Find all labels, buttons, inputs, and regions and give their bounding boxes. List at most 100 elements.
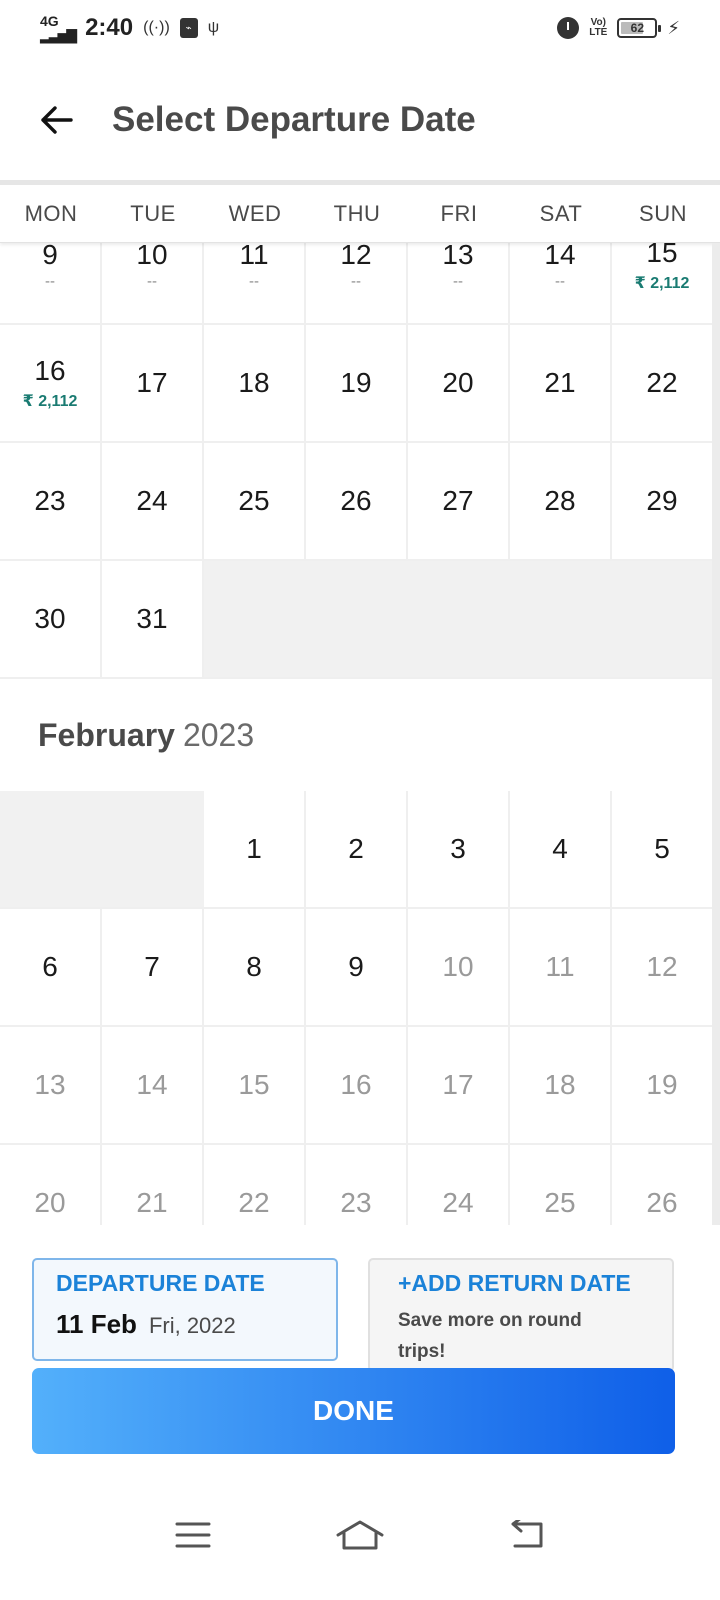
signal-icon: 4G ▂▃▅▇	[40, 13, 77, 43]
day-number: 15	[646, 243, 678, 268]
calendar-day[interactable]: 2	[306, 791, 408, 909]
departure-weekday-year: Fri, 2022	[148, 1313, 236, 1338]
status-right: Vo) LTE 62 ⚡	[557, 17, 680, 39]
calendar-empty-cell	[306, 561, 408, 679]
calendar-day[interactable]: 20	[408, 325, 510, 443]
calendar-day[interactable]: 5	[612, 791, 714, 909]
calendar-day[interactable]: 11 --	[204, 243, 306, 325]
back-button[interactable]	[28, 92, 84, 148]
calendar-empty-cell	[510, 561, 612, 679]
calendar-day[interactable]: 12 --	[306, 243, 408, 325]
calendar-day: 20	[0, 1145, 102, 1225]
departure-date-card[interactable]: DEPARTURE DATE 11 Feb Fri, 2022	[32, 1258, 338, 1361]
calendar-day[interactable]: 4	[510, 791, 612, 909]
status-bar: 4G ▂▃▅▇ 2:40 ((·)) ⌁ ψ Vo) LTE 62 ⚡	[0, 0, 720, 56]
day-number: 16	[34, 355, 66, 386]
calendar-day[interactable]: 3	[408, 791, 510, 909]
day-fare-unavailable: --	[351, 273, 361, 290]
usb-icon: ψ	[207, 19, 220, 36]
day-number: 27	[442, 485, 474, 516]
calendar-empty-cell	[204, 561, 306, 679]
nav-home-button[interactable]	[320, 1505, 400, 1565]
day-number: 4	[552, 833, 568, 864]
calendar-scroll-area[interactable]: 9 -- 10 -- 11 -- 12 -- 13 -- 14 -- 15 ₹ 2,112 16 ₹ 2,11…	[0, 243, 720, 1225]
calendar-day[interactable]: 23	[0, 443, 102, 561]
calendar-day: 24	[408, 1145, 510, 1225]
calendar-day[interactable]: 27	[408, 443, 510, 561]
arrow-left-icon	[41, 106, 73, 134]
day-number: 29	[646, 485, 678, 516]
day-number: 13	[442, 243, 474, 270]
calendar-day[interactable]: 31	[102, 561, 204, 679]
day-number: 21	[136, 1187, 168, 1218]
day-number: 16	[340, 1069, 372, 1100]
day-fare-unavailable: --	[147, 273, 157, 290]
day-number: 9	[42, 243, 58, 270]
back-icon	[511, 1520, 543, 1548]
calendar-day[interactable]: 6	[0, 909, 102, 1027]
calendar-day: 15	[204, 1027, 306, 1145]
day-number: 21	[544, 367, 576, 398]
calendar-day[interactable]: 17	[102, 325, 204, 443]
day-number: 17	[136, 367, 168, 398]
battery-icon: 62	[617, 18, 662, 38]
calendar-day[interactable]: 15 ₹ 2,112	[612, 243, 714, 325]
day-number: 10	[442, 951, 474, 982]
scrollbar[interactable]	[712, 243, 720, 1225]
day-number: 18	[544, 1069, 576, 1100]
calendar-day[interactable]: 8	[204, 909, 306, 1027]
weekday-tue: TUE	[130, 200, 176, 226]
day-fare-unavailable: --	[453, 273, 463, 290]
done-button[interactable]: DONE	[32, 1368, 675, 1454]
calendar-day[interactable]: 21	[510, 325, 612, 443]
calendar-day[interactable]: 28	[510, 443, 612, 561]
weekday-sun: SUN	[639, 200, 687, 226]
calendar-day[interactable]: 10 --	[102, 243, 204, 325]
day-number: 25	[238, 485, 270, 516]
day-number: 23	[34, 485, 66, 516]
calendar-day[interactable]: 14 --	[510, 243, 612, 325]
calendar-day[interactable]: 13 --	[408, 243, 510, 325]
nav-menu-button[interactable]	[153, 1505, 233, 1565]
calendar-day[interactable]: 19	[306, 325, 408, 443]
day-number: 19	[340, 367, 372, 398]
departure-date-label: DEPARTURE DATE	[56, 1270, 265, 1296]
weekday-wed: WED	[228, 200, 282, 226]
calendar-day[interactable]: 16 ₹ 2,112	[0, 325, 102, 443]
calendar-empty-cell	[0, 791, 102, 909]
calendar-day[interactable]: 22	[612, 325, 714, 443]
day-number: 11	[239, 243, 269, 270]
nav-back-button[interactable]	[487, 1505, 567, 1565]
status-time: 2:40	[85, 14, 134, 41]
calendar-day: 19	[612, 1027, 714, 1145]
day-fare-unavailable: --	[555, 273, 565, 290]
day-number: 24	[136, 485, 168, 516]
month-year: 2023	[182, 716, 255, 753]
calendar-day[interactable]: 1	[204, 791, 306, 909]
calendar-day: 22	[204, 1145, 306, 1225]
add-return-date-card[interactable]: +ADD RETURN DATE Save more on round trip…	[368, 1258, 674, 1372]
calendar-day: 10	[408, 909, 510, 1027]
calendar-day: 18	[510, 1027, 612, 1145]
calendar-day[interactable]: 29	[612, 443, 714, 561]
calendar-day: 23	[306, 1145, 408, 1225]
day-number: 19	[646, 1069, 678, 1100]
day-number: 6	[42, 951, 58, 982]
day-number: 25	[544, 1187, 576, 1218]
calendar-day[interactable]: 7	[102, 909, 204, 1027]
calendar-day[interactable]: 18	[204, 325, 306, 443]
calendar-day: 11	[510, 909, 612, 1027]
calendar-day[interactable]: 30	[0, 561, 102, 679]
day-number: 31	[136, 603, 168, 634]
day-fare-unavailable: --	[45, 273, 55, 290]
month-title: February 2023	[0, 679, 720, 791]
calendar-day: 17	[408, 1027, 510, 1145]
calendar-empty-cell	[102, 791, 204, 909]
calendar-day[interactable]: 25	[204, 443, 306, 561]
calendar-day[interactable]: 9 --	[0, 243, 102, 325]
calendar-day[interactable]: 9	[306, 909, 408, 1027]
calendar-day[interactable]: 24	[102, 443, 204, 561]
app-header: Select Departure Date	[0, 60, 720, 180]
calendar-day[interactable]: 26	[306, 443, 408, 561]
page-title: Select Departure Date	[112, 100, 476, 139]
